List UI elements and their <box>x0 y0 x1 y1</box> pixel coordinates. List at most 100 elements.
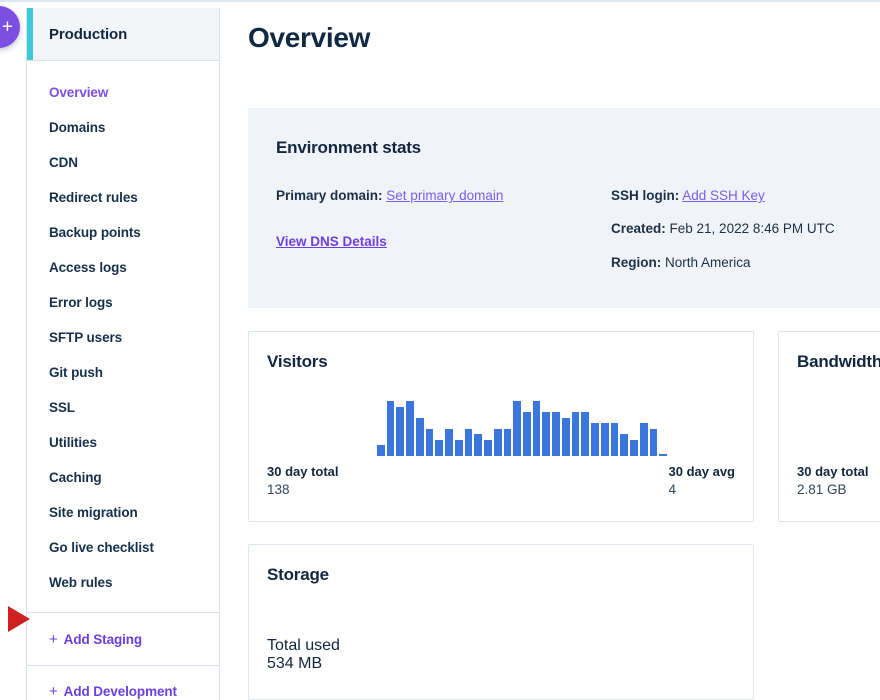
set-primary-domain-link[interactable]: Set primary domain <box>386 188 503 203</box>
sidebar-item-label: Caching <box>49 470 102 485</box>
sidebar-item-ssl[interactable]: SSL <box>27 390 219 425</box>
visitors-bar-chart <box>377 401 667 456</box>
visitors-card: Visitors 30 day total 138 30 day avg 4 <box>248 331 754 522</box>
environment-title: Production <box>49 26 127 43</box>
primary-domain-label: Primary domain: <box>276 188 383 203</box>
visitors-card-title: Visitors <box>267 352 735 372</box>
visitors-avg-value: 4 <box>669 482 736 497</box>
chart-bar <box>455 440 463 457</box>
sidebar-item-git-push[interactable]: Git push <box>27 355 219 390</box>
sidebar-item-label: SSL <box>49 400 75 415</box>
add-environment-bubble[interactable]: + <box>0 6 20 48</box>
region-row: Region: North America <box>611 253 880 273</box>
chart-bar <box>650 429 658 457</box>
chart-bar <box>406 401 414 456</box>
add-staging-label: Add Staging <box>64 632 142 647</box>
stats-column-right: SSH login: Add SSH Key Created: Feb 21, … <box>611 186 880 286</box>
created-row: Created: Feb 21, 2022 8:46 PM UTC <box>611 219 880 239</box>
sidebar-item-domains[interactable]: Domains <box>27 110 219 145</box>
sidebar-item-backup-points[interactable]: Backup points <box>27 215 219 250</box>
red-arrow-pointer-icon <box>8 606 30 632</box>
sidebar-nav: Overview Domains CDN Redirect rules Backup p… <box>27 61 219 612</box>
chart-bar <box>611 423 619 456</box>
chart-bar <box>659 454 667 456</box>
view-dns-details-row: View DNS Details <box>276 234 611 249</box>
chart-bar <box>435 440 443 457</box>
visitors-total-metric: 30 day total 138 <box>267 464 339 497</box>
sidebar-item-label: Web rules <box>49 575 112 590</box>
visitors-avg-metric: 30 day avg 4 <box>669 464 736 497</box>
chart-bar <box>581 412 589 456</box>
sidebar-item-sftp-users[interactable]: SFTP users <box>27 320 219 355</box>
sidebar-item-label: Utilities <box>49 435 97 450</box>
chart-bar <box>601 423 609 456</box>
chart-bar <box>552 412 560 456</box>
bandwidth-total-label: 30 day total <box>797 464 869 479</box>
region-label: Region: <box>611 255 661 270</box>
chart-bar <box>465 429 473 457</box>
sidebar-item-label: SFTP users <box>49 330 122 345</box>
sidebar-item-label: Go live checklist <box>49 540 154 555</box>
chart-bar <box>572 412 580 456</box>
sidebar-item-cdn[interactable]: CDN <box>27 145 219 180</box>
visitors-chart-wrap <box>267 378 735 456</box>
primary-domain-row: Primary domain: Set primary domain <box>276 186 611 206</box>
sidebar-item-site-migration[interactable]: Site migration <box>27 495 219 530</box>
chart-bar <box>445 429 453 457</box>
chart-bar <box>504 429 512 457</box>
chart-bar <box>484 440 492 457</box>
created-label: Created: <box>611 221 666 236</box>
sidebar-item-go-live-checklist[interactable]: Go live checklist <box>27 530 219 565</box>
chart-bar <box>396 407 404 457</box>
sidebar-item-web-rules[interactable]: Web rules <box>27 565 219 600</box>
chart-bar <box>591 423 599 456</box>
add-development-label: Add Development <box>64 684 177 699</box>
chart-bar <box>523 412 531 456</box>
bandwidth-total-metric: 30 day total 2.81 GB <box>797 464 869 497</box>
storage-total-label: Total used <box>267 637 340 655</box>
chart-bar <box>387 401 395 456</box>
environment-header: Production <box>27 8 219 61</box>
environment-sidebar: Production Overview Domains CDN Redirect ru… <box>26 8 220 700</box>
chart-bar <box>377 445 385 456</box>
chart-bar <box>474 434 482 456</box>
chart-bar <box>494 429 502 457</box>
chart-bar <box>416 418 424 457</box>
sidebar-item-label: CDN <box>49 155 78 170</box>
sidebar-item-utilities[interactable]: Utilities <box>27 425 219 460</box>
sidebar-item-add-development[interactable]: + Add Development <box>27 665 219 700</box>
sidebar-item-label: Redirect rules <box>49 190 138 205</box>
sidebar-item-redirect-rules[interactable]: Redirect rules <box>27 180 219 215</box>
view-dns-details-link[interactable]: View DNS Details <box>276 234 387 249</box>
chart-bar <box>542 412 550 456</box>
chart-bar <box>513 401 521 456</box>
plus-icon: + <box>49 631 58 648</box>
region-value: North America <box>665 255 751 270</box>
chart-bar <box>533 401 541 456</box>
sidebar-item-access-logs[interactable]: Access logs <box>27 250 219 285</box>
bandwidth-card: Bandwidth 30 day total 2.81 GB <box>778 331 880 522</box>
visitors-avg-label: 30 day avg <box>669 464 736 479</box>
sidebar-item-overview[interactable]: Overview <box>27 75 219 110</box>
storage-card: Storage Total used 534 MB <box>248 544 754 700</box>
environment-accent-bar <box>27 8 33 60</box>
stats-column-left: Primary domain: Set primary domain View … <box>276 186 611 286</box>
sidebar-item-add-staging[interactable]: + Add Staging <box>27 612 219 665</box>
sidebar-item-label: Backup points <box>49 225 141 240</box>
add-ssh-key-link[interactable]: Add SSH Key <box>682 188 765 203</box>
storage-card-title: Storage <box>267 565 735 585</box>
sidebar-item-label: Domains <box>49 120 105 135</box>
sidebar-item-error-logs[interactable]: Error logs <box>27 285 219 320</box>
bandwidth-total-value: 2.81 GB <box>797 482 869 497</box>
created-value: Feb 21, 2022 8:46 PM UTC <box>670 221 835 236</box>
chart-bar <box>630 440 638 457</box>
chart-bar <box>562 418 570 457</box>
bandwidth-metrics: 30 day total 2.81 GB <box>797 464 880 497</box>
plus-icon: + <box>49 683 58 700</box>
ssh-login-row: SSH login: Add SSH Key <box>611 186 880 206</box>
page-title: Overview <box>248 22 370 54</box>
visitors-total-value: 138 <box>267 482 339 497</box>
environment-stats-heading: Environment stats <box>276 138 880 158</box>
sidebar-item-label: Access logs <box>49 260 127 275</box>
sidebar-item-caching[interactable]: Caching <box>27 460 219 495</box>
